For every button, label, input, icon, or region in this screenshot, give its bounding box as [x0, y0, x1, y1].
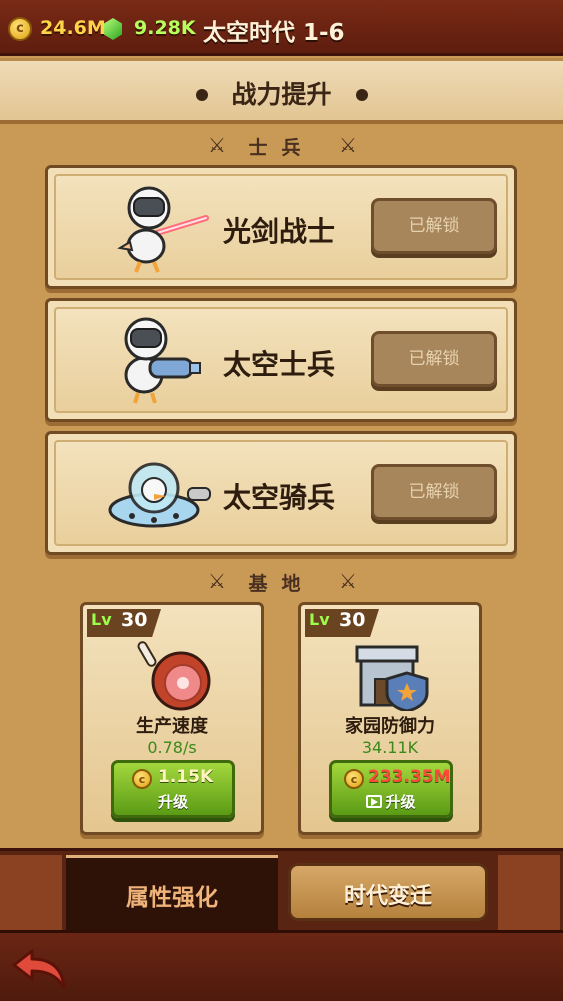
resource-bar: c 24.6M 9.28K 太空时代 1-6	[0, 0, 563, 56]
tab-label: 属性强化	[126, 885, 218, 911]
footer-bar	[0, 930, 563, 1001]
tab-attribute-enhance[interactable]: 属性强化	[66, 855, 278, 930]
upgrade-value: 34.11K	[361, 738, 419, 757]
unlocked-button[interactable]: 已解锁	[371, 198, 497, 254]
unit-card-space-cavalry: 太空骑兵 已解锁	[45, 431, 517, 555]
tab-label: 时代变迁	[343, 884, 432, 909]
upgrade-label: 升级	[157, 793, 188, 811]
section-label-base: 基地	[248, 573, 315, 595]
unit-name: 太空骑兵	[223, 481, 336, 514]
crossed-swords-icon: ⚔	[339, 569, 357, 593]
stage-title: 太空时代 1-6	[203, 20, 345, 46]
level-number: 30	[339, 609, 366, 631]
upgrade-name: 家园防御力	[345, 716, 435, 737]
castle-shield-icon	[355, 645, 429, 711]
upgrade-button[interactable]: c 1.15K 升级	[111, 760, 235, 818]
level-tag: Lv	[91, 610, 112, 629]
page-title: 战力提升	[231, 80, 332, 109]
tab-era-change[interactable]: 时代变迁	[288, 863, 488, 921]
space-goose-blaster-icon	[124, 317, 201, 404]
space-goose-lightsaber-icon	[117, 186, 209, 273]
tab-bar: 属性强化 时代变迁	[0, 848, 563, 930]
section-label-soldiers: 士兵	[248, 137, 315, 159]
level-tag: Lv	[309, 610, 330, 629]
level-number: 30	[121, 609, 148, 631]
gem-icon	[104, 18, 122, 40]
upgrade-cost: 233.35M	[368, 767, 451, 787]
unit-name: 太空士兵	[223, 348, 336, 381]
unit-name: 光剑战士	[223, 215, 336, 248]
coin-icon: c	[132, 769, 152, 789]
coin-amount: 24.6M	[40, 17, 106, 39]
unit-card-lightsaber: 光剑战士 已解锁	[45, 165, 517, 289]
upgrade-label: 升级	[385, 793, 416, 811]
coin-icon: c	[8, 17, 32, 41]
upgrade-button[interactable]: c 233.35M 升级	[329, 760, 453, 818]
upgrade-name: 生产速度	[136, 716, 208, 737]
page-banner: 战力提升	[0, 58, 563, 124]
base-upgrade-production: Lv 30 生产速度 0.78/s c 1.15K 升级	[80, 602, 264, 835]
base-upgrade-defense: Lv 30 家园防御力 34.11K c 233.35M 升级	[298, 602, 482, 835]
ham-meat-icon	[137, 641, 211, 711]
crossed-swords-icon: ⚔	[339, 133, 357, 157]
unlocked-button[interactable]: 已解锁	[371, 464, 497, 520]
unit-card-space-soldier: 太空士兵 已解锁	[45, 298, 517, 422]
coin-icon: c	[344, 769, 364, 789]
upgrade-value: 0.78/s	[147, 738, 197, 757]
upgrade-label-row: 升级	[332, 791, 450, 812]
goose-ufo-icon	[108, 462, 211, 528]
video-ad-icon	[366, 795, 383, 808]
gem-amount: 9.28K	[134, 17, 196, 39]
tab-bar-edge-left	[0, 855, 62, 930]
unlocked-button[interactable]: 已解锁	[371, 331, 497, 387]
tab-bar-edge-right	[498, 855, 560, 930]
back-arrow-icon[interactable]	[10, 947, 68, 993]
upgrade-cost: 1.15K	[158, 767, 214, 787]
banner-dot-right	[356, 89, 368, 101]
